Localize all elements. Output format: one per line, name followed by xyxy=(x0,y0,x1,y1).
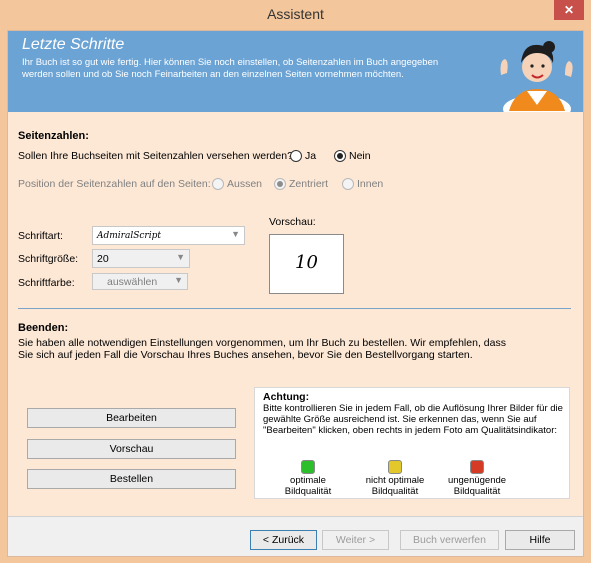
yellow-quality-icon xyxy=(388,460,402,474)
page-number-preview: 10 xyxy=(269,234,344,294)
position-inner-radio[interactable] xyxy=(342,178,354,190)
font-label: Schriftart: xyxy=(18,230,63,242)
position-inner-label[interactable]: Innen xyxy=(357,178,383,190)
mascot-illustration xyxy=(493,31,579,112)
quality-indicator-insufficient: ungenügende Bildqualität xyxy=(445,460,509,497)
preview-number: 10 xyxy=(295,252,318,273)
help-button[interactable]: Hilfe xyxy=(505,530,575,550)
edit-button[interactable]: Bearbeiten xyxy=(27,408,236,428)
window-title: Assistent xyxy=(267,6,324,22)
page-numbers-no-radio[interactable] xyxy=(334,150,346,162)
font-select[interactable]: AdmiralScript ▼ xyxy=(92,226,245,245)
notice-text: Bitte kontrollieren Sie in jedem Fall, o… xyxy=(263,403,563,436)
preview-button[interactable]: Vorschau xyxy=(27,439,236,459)
size-select-value: 20 xyxy=(97,253,109,265)
finish-heading: Beenden: xyxy=(18,322,69,334)
quality-indicator-optimal: optimale Bildqualität xyxy=(283,460,333,497)
wizard-footer: < Zurück Weiter > Buch verwerfen Hilfe xyxy=(8,516,583,556)
close-button[interactable]: ✕ xyxy=(554,0,584,20)
next-button[interactable]: Weiter > xyxy=(322,530,389,550)
chevron-down-icon: ▼ xyxy=(174,275,183,285)
notice-title: Achtung: xyxy=(263,391,310,403)
quality-indicator-label: optimale Bildqualität xyxy=(284,475,332,497)
chevron-down-icon: ▼ xyxy=(231,229,240,239)
position-label: Position der Seitenzahlen auf den Seiten… xyxy=(18,178,211,190)
preview-label: Vorschau: xyxy=(269,216,316,228)
quality-notice: Achtung: Bitte kontrollieren Sie in jede… xyxy=(254,387,570,499)
finish-text: Sie haben alle notwendigen Einstellungen… xyxy=(18,337,506,361)
red-quality-icon xyxy=(470,460,484,474)
quality-indicator-not-optimal: nicht optimale Bildqualität xyxy=(363,460,427,497)
position-outer-label[interactable]: Aussen xyxy=(227,178,262,190)
order-button[interactable]: Bestellen xyxy=(27,469,236,489)
discard-book-button[interactable]: Buch verwerfen xyxy=(400,530,499,550)
position-center-radio[interactable] xyxy=(274,178,286,190)
page-numbers-no-label[interactable]: Nein xyxy=(349,150,371,162)
color-select-value: auswählen xyxy=(107,276,158,288)
section-divider xyxy=(18,308,571,309)
position-center-label[interactable]: Zentriert xyxy=(289,178,328,190)
quality-indicator-label: nicht optimale Bildqualität xyxy=(365,475,425,497)
color-label: Schriftfarbe: xyxy=(18,277,75,289)
green-quality-icon xyxy=(301,460,315,474)
page-numbers-heading: Seitenzahlen: xyxy=(18,130,89,142)
header-title: Letzte Schritte xyxy=(22,36,125,53)
size-select[interactable]: 20 ▼ xyxy=(92,249,190,268)
page-numbers-question: Sollen Ihre Buchseiten mit Seitenzahlen … xyxy=(18,150,293,162)
back-button[interactable]: < Zurück xyxy=(250,530,317,550)
title-bar: Assistent ✕ xyxy=(0,0,591,30)
color-select[interactable]: auswählen ▼ xyxy=(92,273,188,290)
size-label: Schriftgröße: xyxy=(18,253,79,265)
position-outer-radio[interactable] xyxy=(212,178,224,190)
chevron-down-icon: ▼ xyxy=(176,252,185,262)
font-select-value: AdmiralScript xyxy=(97,231,161,241)
wizard-header: Letzte Schritte Ihr Buch ist so gut wie … xyxy=(8,31,583,112)
page-numbers-yes-radio[interactable] xyxy=(290,150,302,162)
header-description: Ihr Buch ist so gut wie fertig. Hier kön… xyxy=(22,57,439,80)
page-numbers-yes-label[interactable]: Ja xyxy=(305,150,316,162)
wizard-panel: Letzte Schritte Ihr Buch ist so gut wie … xyxy=(7,30,584,557)
quality-indicator-label: ungenügende Bildqualität xyxy=(447,475,507,497)
